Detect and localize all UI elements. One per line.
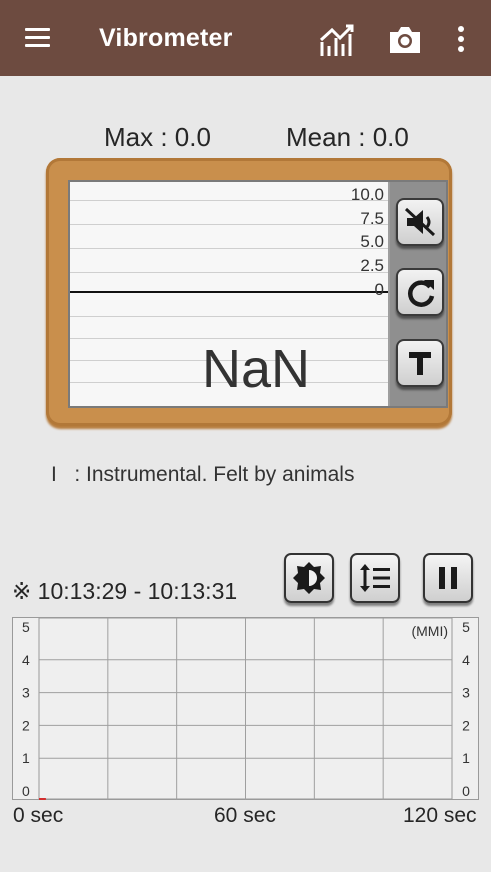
pause-icon[interactable] — [423, 553, 473, 603]
zero-line — [70, 291, 388, 293]
meter-screen: 10.0 7.5 5.0 2.5 0 NaN — [70, 182, 388, 406]
meter-frame: 10.0 7.5 5.0 2.5 0 NaN — [68, 180, 448, 408]
intensity-description: : Instrumental. Felt by animals — [74, 463, 355, 486]
hamburger-menu-icon[interactable] — [22, 24, 52, 52]
y-tick-label-right: 0 — [462, 783, 470, 799]
camera-icon[interactable] — [385, 20, 425, 60]
more-vert-icon[interactable] — [441, 20, 481, 60]
intensity-level: I : Instrumental. Felt by animals — [51, 463, 354, 487]
y-tick-label-right: 2 — [462, 717, 470, 733]
meter-board: 10.0 7.5 5.0 2.5 0 NaN — [46, 158, 452, 426]
y-tick-label-left: 1 — [22, 750, 30, 766]
time-range: ※ 10:13:29 - 10:13:31 — [12, 578, 238, 604]
y-tick-label-left: 3 — [22, 685, 30, 701]
meter-reading: NaN — [201, 339, 311, 399]
y-tick-label-right: 5 — [462, 619, 470, 635]
refresh-icon[interactable] — [396, 268, 444, 316]
meter-y-tick: 0 — [374, 280, 384, 299]
history-chart: 5 5 4 4 3 3 2 2 1 1 0 0 (MMI) — [12, 617, 479, 800]
mute-icon[interactable] — [396, 198, 444, 246]
meter-y-tick: 5.0 — [360, 232, 384, 251]
meter-y-tick: 2.5 — [360, 256, 384, 275]
y-tick-label-left: 5 — [22, 619, 30, 635]
mean-value: Mean : 0.0 — [286, 122, 409, 152]
app-bar: Vibrometer — [0, 0, 491, 76]
max-value: Max : 0.0 — [104, 122, 211, 152]
chart-trend-icon[interactable] — [318, 20, 358, 60]
app-title: Vibrometer — [99, 24, 233, 52]
y-tick-label-right: 1 — [462, 750, 470, 766]
brightness-icon[interactable] — [284, 553, 334, 603]
x-tick-label: 0 sec — [13, 804, 64, 827]
y-tick-label-right: 3 — [462, 685, 470, 701]
y-tick-label-left: 2 — [22, 717, 30, 733]
meter-sidebar — [390, 182, 446, 406]
line-spacing-icon[interactable] — [350, 553, 400, 603]
intensity-level-roman: I — [51, 463, 57, 486]
x-tick-label: 60 sec — [214, 804, 276, 827]
text-T-icon[interactable] — [396, 339, 444, 387]
y-axis-unit-label: (MMI) — [411, 623, 448, 639]
x-tick-label: 120 sec — [403, 804, 477, 827]
y-tick-label-right: 4 — [462, 652, 470, 668]
y-tick-label-left: 0 — [22, 783, 30, 799]
meter-y-tick: 7.5 — [360, 209, 384, 228]
y-tick-label-left: 4 — [22, 652, 30, 668]
meter-y-tick: 10.0 — [350, 185, 384, 204]
